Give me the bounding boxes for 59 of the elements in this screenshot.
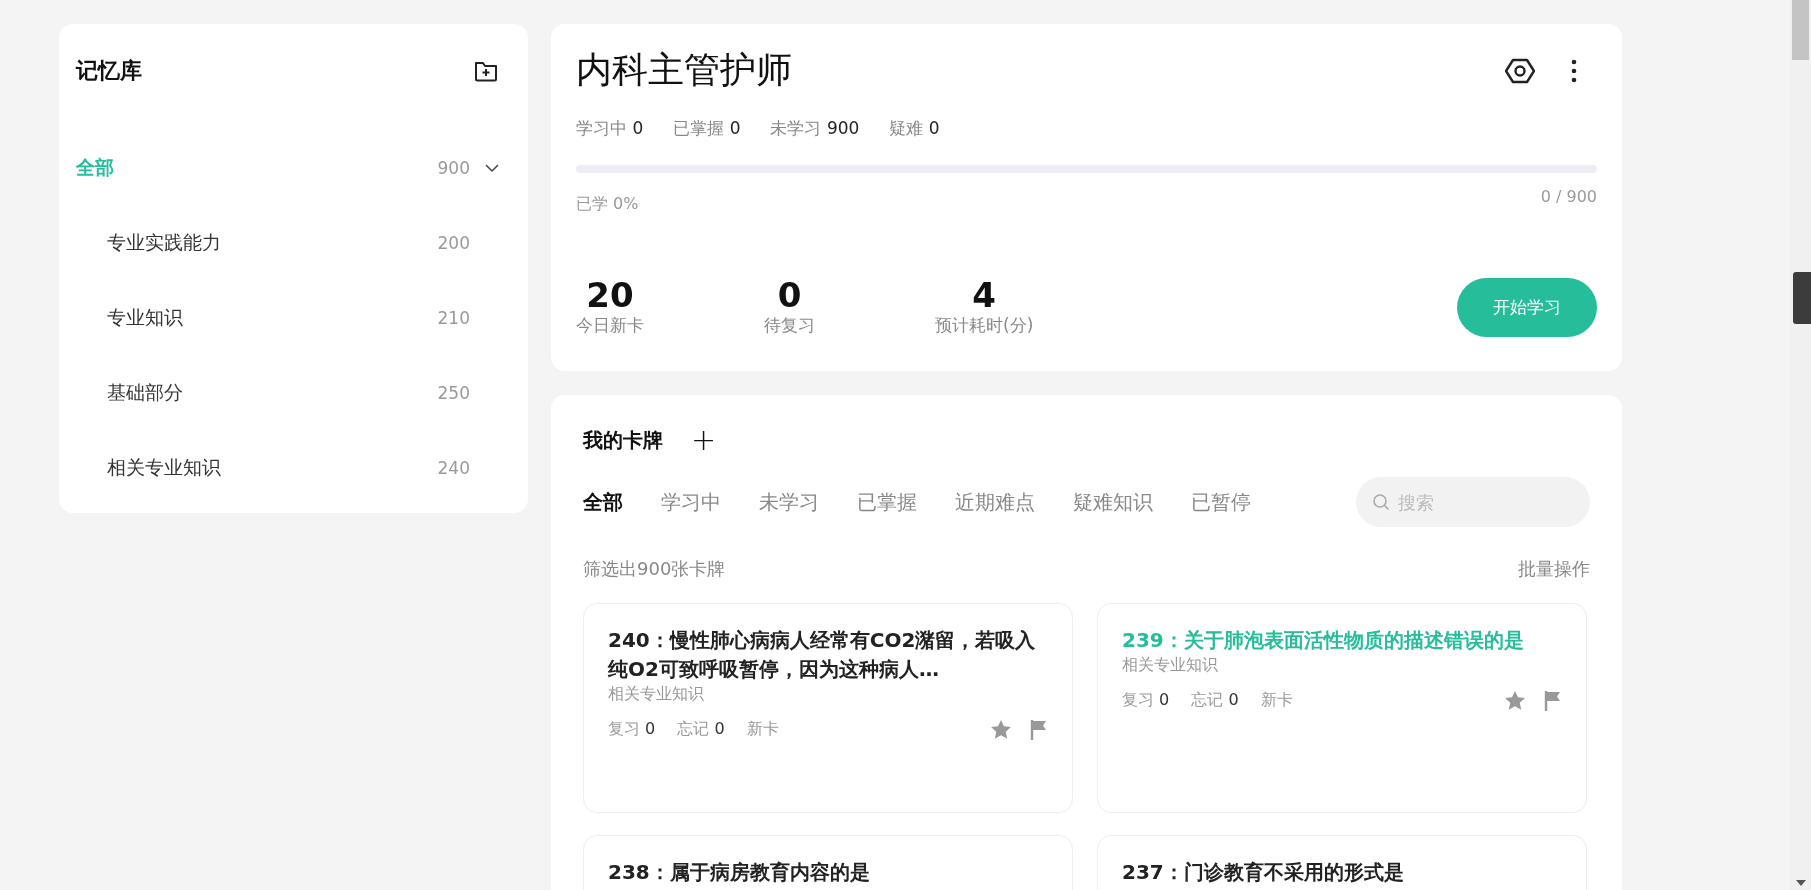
filter-count-text: 筛选出900张卡牌 [583,557,726,581]
review-count: 复习 0 [1122,690,1170,711]
flashcard[interactable]: 238：属于病房教育内容的是 [583,835,1073,890]
filter-tab[interactable]: 全部 [583,488,623,516]
flag-icon[interactable] [1030,719,1048,740]
card-title: 239：关于肺泡表面活性物质的描述错误的是 [1122,627,1525,654]
card-category: 相关专业知识 [1122,655,1219,676]
star-icon[interactable] [990,719,1012,740]
stat-text: 未学习 900 [770,117,860,140]
progress-label: 已学 0% [576,194,639,215]
flag-icon[interactable] [1544,690,1562,711]
filter-tab[interactable]: 已掌握 [857,488,917,516]
review-count: 复习 0 [608,719,656,740]
summary-label: 预计耗时(分) [935,314,1034,338]
flashcard[interactable]: 240：慢性肺心病病人经常有CO2潴留，若吸入纯O2可致呼吸暂停，因为这种病人… 相关专业知识 复习 0 忘记 0 新卡 [583,603,1073,813]
add-button[interactable]: + [687,425,721,455]
summary-label: 今日新卡 [576,314,644,338]
star-icon[interactable] [1504,690,1526,711]
scroll-down-icon[interactable] [1796,880,1806,886]
summary-value: 4 [972,277,996,315]
item-count: 240 [437,457,470,478]
forget-count: 忘记 0 [677,719,725,740]
filter-tab[interactable]: 近期难点 [955,488,1035,516]
card-title: 238：属于病房教育内容的是 [608,859,871,886]
progress-count: 0 / 900 [1540,187,1597,208]
summary-label: 待复习 [764,314,815,338]
batch-action-button[interactable]: 批量操作 [1518,557,1590,581]
stat-text: 学习中 0 [576,117,644,140]
filter-tab[interactable]: 已暂停 [1191,488,1251,516]
library-item[interactable]: 相关专业知识 [107,454,221,481]
item-count: 250 [437,382,470,403]
stat-text: 疑难 0 [889,117,940,140]
flashcard[interactable]: 239：关于肺泡表面活性物质的描述错误的是 相关专业知识 复习 0 忘记 0 新卡 [1097,603,1587,813]
library-item[interactable]: 基础部分 [107,379,183,406]
card-title: 240：慢性肺心病病人经常有CO2潴留，若吸入纯O2可致呼吸暂停，因为这种病人… [608,627,1037,683]
chevron-down-icon[interactable] [484,162,500,173]
forget-count: 忘记 0 [1191,690,1239,711]
filter-tab[interactable]: 未学习 [759,488,819,516]
card-title: 237：门诊教育不采用的形式是 [1122,859,1405,886]
stat-text: 已掌握 0 [673,117,741,140]
deck-title: 内科主管护师 [576,48,792,92]
card-category: 相关专业知识 [608,684,705,705]
more-menu-icon[interactable] [1571,58,1577,83]
library-item[interactable]: 专业知识 [107,304,183,331]
summary-value: 0 [777,277,802,315]
library-item[interactable]: 专业实践能力 [107,229,221,256]
item-count: 200 [437,232,470,253]
filter-tab[interactable]: 疑难知识 [1073,488,1153,516]
filter-tab[interactable]: 学习中 [661,488,721,516]
flashcard[interactable]: 237：门诊教育不采用的形式是 [1097,835,1587,890]
scrollbar-thumb[interactable] [1792,0,1809,60]
summary-value: 20 [586,277,634,315]
item-count: 210 [437,307,470,328]
scrollbar[interactable] [1790,0,1811,890]
library-title: 记忆库 [76,57,142,85]
cards-title: 我的卡牌 [583,426,663,454]
card-status: 新卡 [1260,690,1293,711]
card-status: 新卡 [746,719,779,740]
item-count: 900 [437,157,470,178]
